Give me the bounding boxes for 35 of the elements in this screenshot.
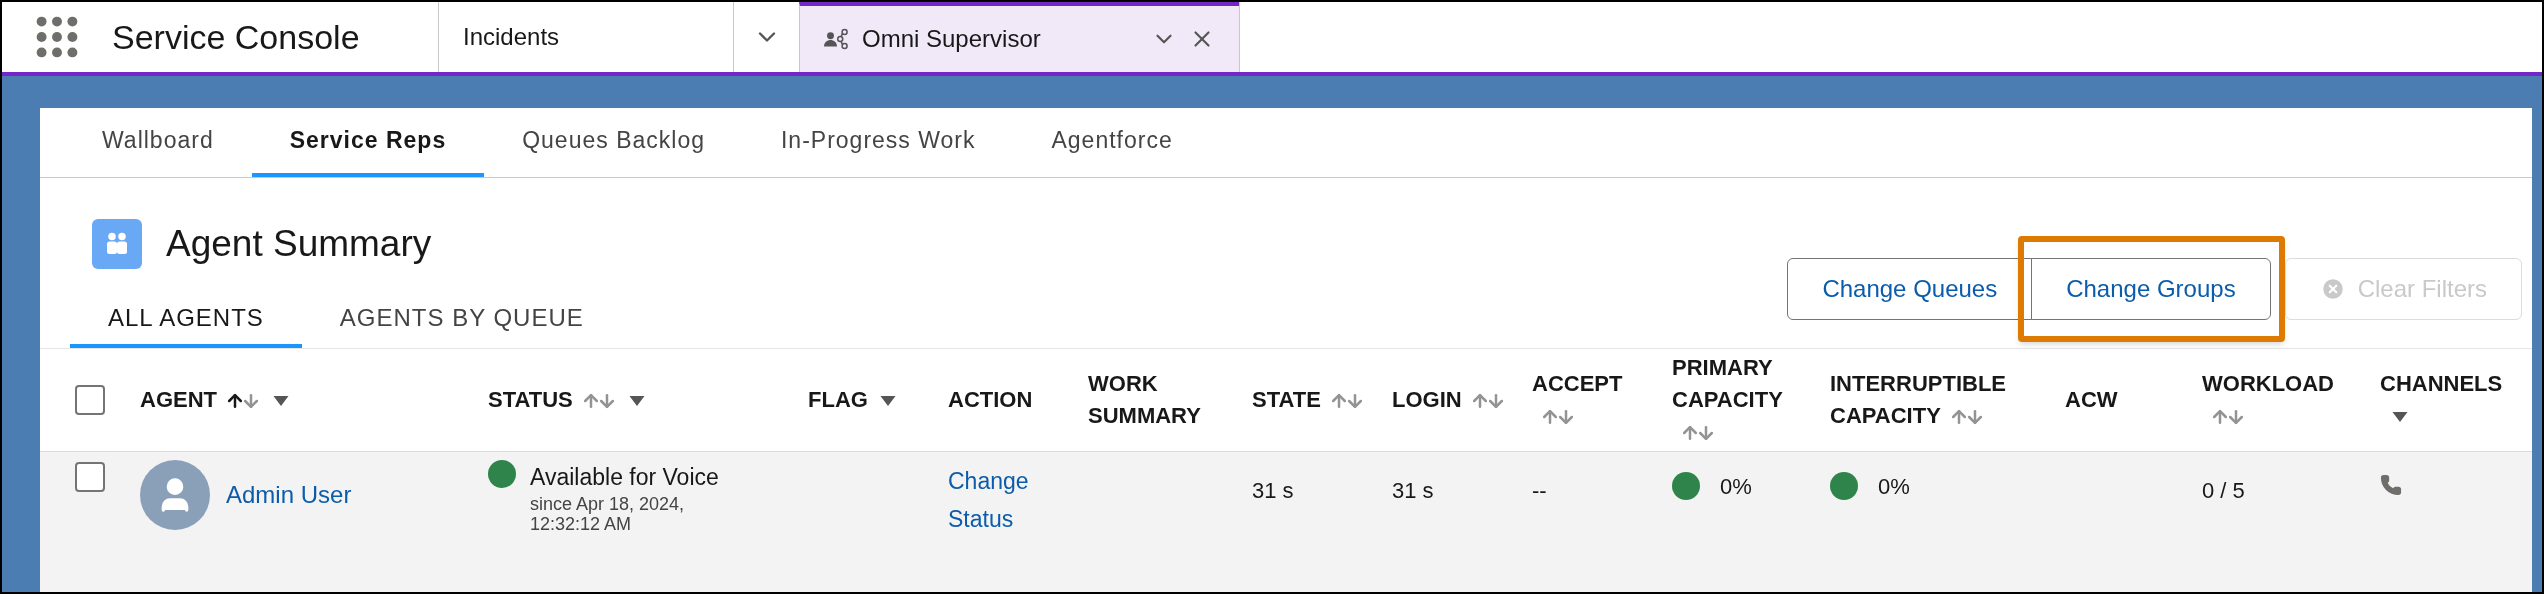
sub-tab[interactable]: ALL AGENTS: [70, 291, 302, 348]
column-header: INTERRUPTIBLE CAPACITY: [1830, 369, 2007, 430]
status-since: since Apr 18, 2024, 12:32:12 AM: [530, 494, 686, 534]
table-cell-text: --: [1532, 476, 1548, 505]
table-cell-text: 0%: [1720, 472, 1752, 501]
column-header: WORK SUMMARY: [1088, 369, 1202, 430]
page-title: Agent Summary: [166, 222, 432, 266]
column-header: ACCEPT: [1532, 367, 1664, 432]
console-tab[interactable]: Omni Supervisor: [799, 2, 1239, 72]
column-header: FLAG: [808, 383, 896, 416]
column-header: AGENT: [140, 383, 289, 416]
nav-tab[interactable]: Queues Backlog: [484, 108, 743, 177]
action-button[interactable]: Change Queues: [1787, 257, 2033, 320]
column-header: ACTION: [948, 385, 1033, 414]
nav-tab[interactable]: Agentforce: [1013, 108, 1211, 177]
nav-tab[interactable]: Service Reps: [251, 108, 485, 177]
status-label: Available for Voice: [530, 462, 720, 492]
column-header: STATE: [1252, 383, 1365, 416]
sub-tab[interactable]: AGENTS BY QUEUE: [301, 291, 622, 348]
action-button[interactable]: Change Groups: [2031, 257, 2271, 320]
column-header: LOGIN: [1392, 383, 1506, 416]
nav-tab[interactable]: Wallboard: [64, 108, 252, 177]
change-status-link[interactable]: Change Status: [948, 459, 1048, 538]
app-title: Service Console: [112, 16, 361, 58]
table-cell-text: 31 s: [1252, 476, 1295, 505]
column-header: STATUS: [488, 383, 645, 416]
column-header: CHANNELS: [2380, 367, 2524, 432]
table-cell-text: 0%: [1878, 472, 1910, 501]
nav-tab[interactable]: In-Progress Work: [742, 108, 1014, 177]
column-header: PRIMARY CAPACITY: [1672, 351, 1822, 448]
agent-link[interactable]: Admin User: [226, 476, 352, 513]
column-header: ACW: [2065, 385, 2118, 414]
column-header: WORKLOAD: [2202, 367, 2372, 432]
table-cell-text: 31 s: [1392, 476, 1435, 505]
table-cell-text: 0 / 5: [2202, 476, 2246, 505]
